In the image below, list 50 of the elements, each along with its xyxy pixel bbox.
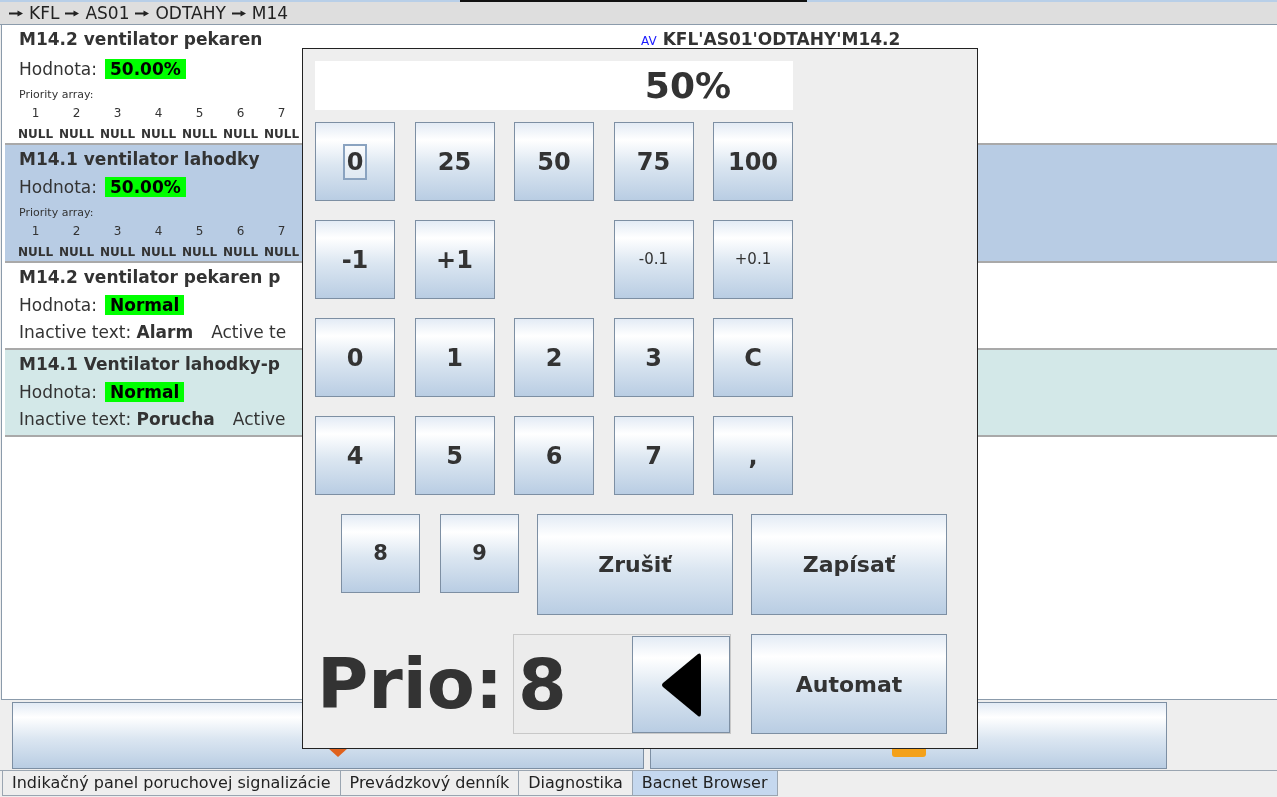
priority-array-label: Priority array:: [19, 88, 94, 101]
priority-level: 6: [236, 106, 245, 120]
active-text: Active: [232, 409, 286, 429]
priority-level: 2: [72, 106, 81, 120]
priority-level: 6: [236, 224, 245, 238]
present-value: 50.00%: [104, 59, 186, 79]
priority-level: 4: [154, 224, 163, 238]
value-label: Hodnota:: [19, 295, 97, 315]
priority-level: 2: [72, 224, 81, 238]
present-value: 50.00%: [104, 177, 186, 197]
priority-level: 7: [277, 106, 286, 120]
priority-label: Prio:: [317, 644, 503, 724]
priority-level: 4: [154, 106, 163, 120]
priority-level: 5: [195, 106, 204, 120]
object-title: M14.1 ventilator lahodky: [19, 149, 260, 169]
object-path: KFL'AS01'ODTAHY'M14.2: [662, 29, 901, 49]
inactive-text: Inactive text: Porucha: [19, 409, 215, 429]
priority-level: 3: [113, 106, 122, 120]
object-title: M14.2 ventilator pekaren p: [19, 267, 281, 287]
present-value: Normal: [104, 295, 185, 315]
priority-value: NULL: [58, 245, 95, 259]
priority-value: NULL: [263, 127, 300, 141]
priority-level: 7: [277, 224, 286, 238]
priority-value: NULL: [181, 127, 218, 141]
priority-value: NULL: [140, 127, 177, 141]
object-title: M14.1 Ventilator lahodky-p: [19, 354, 280, 374]
priority-value: NULL: [58, 127, 95, 141]
inactive-text: Inactive text: Alarm: [19, 322, 194, 342]
priority-value: NULL: [222, 127, 259, 141]
priority-value: NULL: [181, 245, 218, 259]
priority-value: NULL: [140, 245, 177, 259]
priority-value: NULL: [99, 127, 136, 141]
value-label: Hodnota:: [19, 177, 97, 197]
priority-level: 1: [31, 224, 40, 238]
present-value: Normal: [104, 382, 185, 402]
priority-value: NULL: [17, 245, 54, 259]
value-label: Hodnota:: [19, 382, 97, 402]
value-label: Hodnota:: [19, 59, 97, 79]
priority-value: NULL: [222, 245, 259, 259]
priority-array-label: Priority array:: [19, 206, 94, 219]
priority-level: 3: [113, 224, 122, 238]
active-text: Active te: [211, 322, 287, 342]
priority-value: NULL: [99, 245, 136, 259]
priority-value: NULL: [263, 245, 300, 259]
object-title: M14.2 ventilator pekaren: [19, 29, 263, 49]
priority-level: 1: [31, 106, 40, 120]
priority-level: 5: [195, 224, 204, 238]
priority-value: NULL: [17, 127, 54, 141]
priority-number: 8: [518, 644, 567, 725]
object-type-tag: AV: [641, 34, 657, 48]
